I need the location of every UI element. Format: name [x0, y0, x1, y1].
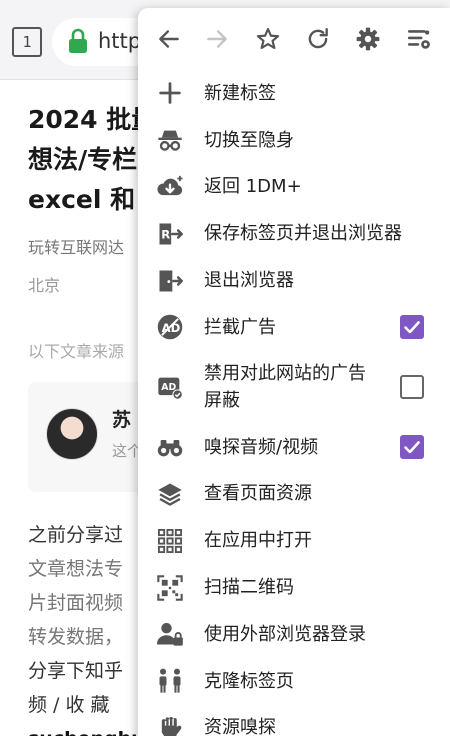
menu-item-label: 退出浏览器 [204, 270, 294, 292]
menu-item-label: 嗅探音频/视频 [204, 436, 319, 458]
gear-icon [356, 27, 380, 51]
checkmark-icon [404, 321, 420, 334]
article-author[interactable]: 玩转互联网达 [28, 234, 124, 258]
ad-site-icon: AD [158, 377, 183, 401]
bookmark-button[interactable] [250, 22, 286, 56]
menu-item-block-ads[interactable]: AD 拦截广告 [138, 304, 450, 351]
layers-icon [158, 483, 182, 506]
menu-item-label: 返回 1DM+ [204, 176, 302, 198]
menu-item-label: 拦截广告 [204, 316, 276, 338]
svg-text:R: R [161, 227, 170, 241]
menu-item-incognito[interactable]: 切换至隐身 [138, 117, 450, 164]
star-icon [256, 27, 280, 50]
menu-item-sniff-media[interactable]: 嗅探音频/视频 [138, 424, 450, 471]
menu-item-back-to-1dm[interactable]: 返回 1DM+ [138, 164, 450, 211]
clone-people-icon [159, 668, 181, 693]
menu-item-label: 扫描二维码 [204, 577, 294, 599]
menu-item-disable-site-ad-block[interactable]: AD 禁用对此网站的广告屏蔽 [138, 351, 450, 424]
forward-button[interactable] [199, 22, 235, 56]
block-ads-checkbox[interactable] [400, 315, 424, 340]
qr-code-icon [157, 574, 183, 601]
sniff-media-checkbox[interactable] [400, 435, 424, 460]
menu-item-resource-sniff[interactable]: 资源嗅探 [138, 705, 450, 736]
disable-site-ad-block-checkbox[interactable] [400, 375, 424, 400]
menu-item-open-in-app[interactable]: 在应用中打开 [138, 517, 450, 564]
save-exit-icon: R [159, 223, 183, 245]
menu-toolbar [138, 8, 450, 70]
menu-item-label: 新建标签 [204, 82, 276, 104]
author-card-name: 苏 [112, 409, 132, 431]
arrow-right-icon [207, 30, 227, 48]
tools-icon [407, 30, 430, 49]
plus-icon [159, 82, 181, 105]
url-text[interactable]: http [98, 29, 141, 53]
back-button[interactable] [151, 22, 187, 56]
arrow-left-icon [159, 30, 179, 48]
menu-item-label: 保存标签页并退出浏览器 [204, 223, 402, 245]
tab-count-button[interactable]: 1 [12, 27, 42, 57]
menu-item-label: 查看页面资源 [204, 483, 312, 505]
menu-item-clone-tab[interactable]: 克隆标签页 [138, 658, 450, 705]
menu-item-label: 禁用对此网站的广告屏蔽 [204, 363, 366, 412]
reload-button[interactable] [300, 22, 336, 56]
menu-item-label: 切换至隐身 [204, 129, 294, 151]
menu-item-label: 资源嗅探 [204, 717, 276, 736]
menu-item-scan-qr[interactable]: 扫描二维码 [138, 564, 450, 611]
lock-icon [69, 28, 87, 53]
cloud-download-icon [157, 175, 183, 196]
fist-icon [161, 716, 182, 736]
tools-button[interactable] [401, 22, 437, 56]
overflow-menu: 新建标签 切换至隐身 返回 1DM+ R 保存标签页并退出浏览器 退出浏览器 A… [138, 8, 450, 736]
checkmark-icon [404, 441, 420, 454]
incognito-icon [158, 130, 182, 151]
binoculars-icon [157, 440, 183, 457]
user-lock-icon [157, 623, 183, 647]
menu-item-label: 在应用中打开 [204, 530, 312, 552]
menu-item-page-resources[interactable]: 查看页面资源 [138, 471, 450, 518]
menu-item-label: 使用外部浏览器登录 [204, 623, 366, 645]
menu-item-save-and-exit[interactable]: R 保存标签页并退出浏览器 [138, 210, 450, 257]
exit-icon [159, 270, 183, 292]
article-source-note: 以下文章来源 [28, 342, 125, 361]
grid-icon [157, 528, 183, 553]
menu-item-external-login[interactable]: 使用外部浏览器登录 [138, 611, 450, 658]
settings-button[interactable] [350, 22, 386, 56]
ad-block-icon: AD [157, 315, 183, 340]
article-location: 北京 [28, 276, 61, 295]
menu-item-label: 克隆标签页 [204, 670, 294, 692]
avatar [46, 408, 98, 460]
reload-icon [308, 28, 328, 49]
menu-item-new-tab[interactable]: 新建标签 [138, 70, 450, 117]
menu-item-exit-browser[interactable]: 退出浏览器 [138, 257, 450, 304]
